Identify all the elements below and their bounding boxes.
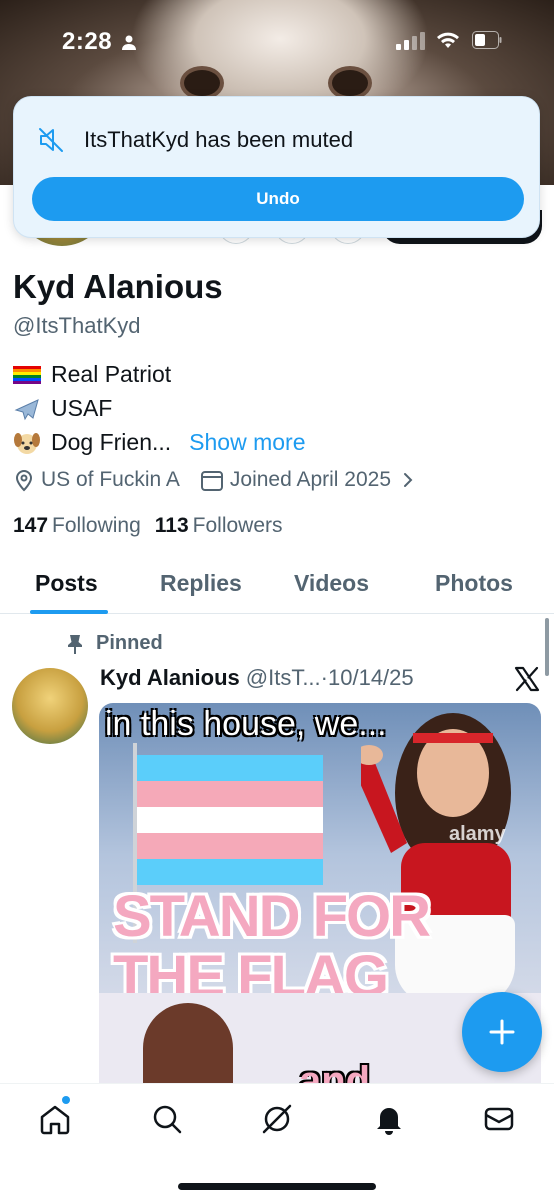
bio-text: Real Patriot (51, 361, 172, 387)
plus-icon (489, 1019, 515, 1045)
image-caption: in this house, we... (105, 705, 387, 743)
battery-icon (472, 31, 502, 49)
location-text: US of Fuckin A (41, 468, 180, 491)
notification-dot (62, 1096, 70, 1104)
banner-image-eye (184, 70, 220, 96)
bio-text: USAF (51, 395, 113, 421)
post-author-handle: @ItsT... (245, 665, 321, 690)
calendar-icon (200, 471, 223, 491)
bio-line: Dog Frien... Show more (13, 429, 305, 456)
post-date: ·10/14/25 (320, 665, 414, 690)
home-indicator[interactable] (178, 1183, 376, 1190)
search-icon[interactable] (150, 1102, 184, 1136)
tab-replies[interactable]: Replies (160, 570, 242, 597)
chevron-right-icon (404, 473, 413, 487)
rainbow-flag-icon (13, 365, 41, 384)
undo-button[interactable]: Undo (32, 177, 524, 221)
tab-videos[interactable]: Videos (294, 570, 369, 597)
toast-message: ItsThatKyd has been muted (84, 127, 354, 152)
post-header: Kyd Alanious @ItsT... ·10/14/25 (100, 665, 414, 691)
show-more-link[interactable]: Show more (189, 429, 305, 456)
bottom-navigation (0, 1083, 554, 1200)
status-time: 2:28 (62, 28, 113, 55)
pin-icon (68, 634, 82, 654)
grok-icon[interactable] (260, 1102, 294, 1136)
image-headline-line1: STAND FOR (113, 884, 431, 949)
active-tab-indicator (30, 610, 108, 614)
image-bottom-text: and (299, 1059, 371, 1083)
post-author-name[interactable]: Kyd Alanious (100, 665, 240, 691)
pinned-label: Pinned (66, 632, 163, 655)
trans-flag (137, 755, 323, 885)
banner-image-eye (332, 70, 368, 96)
person-icon (122, 35, 136, 50)
scrollbar-thumb[interactable] (545, 618, 549, 676)
bio-line: Real Patriot (13, 361, 171, 388)
location: US of Fuckin A (13, 468, 180, 492)
speaker-muted-icon (39, 128, 63, 152)
bio-line: USAF (13, 395, 112, 422)
location-pin-icon (15, 470, 33, 492)
cellular-signal-icon (396, 32, 425, 50)
joined-date[interactable]: Joined April 2025 (200, 468, 423, 492)
follow-counts: 147 Following 113 Followers (13, 514, 283, 538)
followers-count[interactable]: 113 Followers (155, 514, 283, 538)
profile-meta: US of Fuckin A Joined April 2025 (13, 468, 443, 492)
tab-posts[interactable]: Posts (35, 570, 98, 597)
watermark: alamy (449, 823, 506, 845)
compose-post-button[interactable] (462, 992, 542, 1072)
messages-icon[interactable] (482, 1102, 516, 1136)
x-logo-icon (514, 666, 540, 692)
post-author-avatar[interactable] (12, 668, 88, 744)
muted-toast: ItsThatKyd has been muted Undo (13, 96, 540, 238)
home-icon[interactable] (38, 1102, 72, 1136)
image-bottom-person (143, 1003, 233, 1083)
profile-name: Kyd Alanious (13, 268, 223, 305)
wifi-icon (437, 32, 459, 48)
bio-text: Dog Frien... (51, 429, 172, 455)
dog-face-icon (14, 432, 40, 454)
following-count[interactable]: 147 Following (13, 514, 141, 538)
notifications-icon[interactable] (372, 1102, 406, 1136)
profile-tabs: Posts Replies Videos Photos (0, 560, 554, 614)
joined-text: Joined April 2025 (229, 468, 392, 491)
tab-photos[interactable]: Photos (435, 570, 513, 597)
airplane-icon (14, 398, 39, 420)
profile-handle: @ItsThatKyd (13, 313, 141, 338)
status-bar: 2:28 (0, 22, 554, 62)
